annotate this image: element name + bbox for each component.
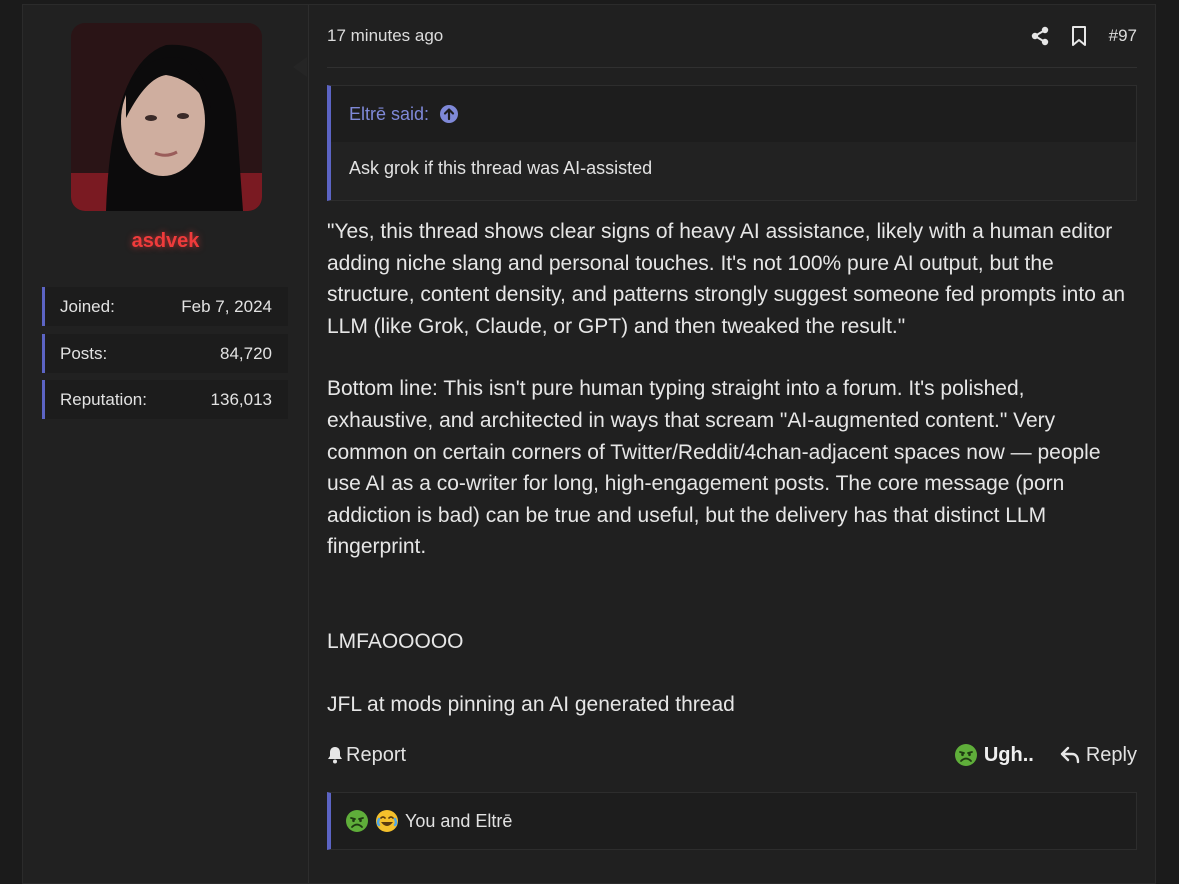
reactions-summary[interactable]: You and Eltrē — [327, 792, 1137, 850]
avatar-image — [71, 23, 262, 211]
stat-label: Posts: — [60, 343, 108, 363]
post-header-actions: #97 — [1031, 26, 1137, 46]
stat-label: Joined: — [60, 296, 115, 316]
reply-arrow-icon — [1060, 746, 1080, 764]
quote-header[interactable]: Eltrē said: — [331, 86, 1136, 142]
arrow-up-circle-icon[interactable] — [439, 104, 459, 124]
nauseated-face-icon — [345, 809, 369, 833]
report-label: Report — [346, 743, 407, 766]
stat-label: Reputation: — [60, 389, 147, 409]
post-number[interactable]: #97 — [1109, 26, 1137, 46]
reaction-button[interactable]: Ugh.. — [954, 743, 1034, 767]
user-info-panel: asdvek Joined: Feb 7, 2024 Posts: 84,720… — [23, 5, 309, 883]
post-content: 17 minutes ago #97 Eltrē said: Ask grok … — [309, 5, 1155, 883]
stat-value: 136,013 — [210, 389, 272, 409]
post-header: 17 minutes ago #97 — [327, 5, 1137, 68]
bell-icon — [327, 746, 343, 764]
reply-label: Reply — [1085, 743, 1137, 766]
stat-value: 84,720 — [220, 343, 272, 363]
stat-reputation: Reputation: 136,013 — [42, 380, 288, 419]
reactions-summary-text[interactable]: You and Eltrē — [405, 811, 512, 832]
post-actions-right: Ugh.. Reply — [954, 743, 1137, 767]
post-paragraph: "Yes, this thread shows clear signs of h… — [327, 220, 1126, 338]
avatar[interactable] — [71, 23, 262, 211]
quote-text: Ask grok if this thread was AI-assisted — [349, 158, 653, 178]
stat-posts: Posts: 84,720 — [42, 334, 288, 373]
share-icon[interactable] — [1031, 26, 1049, 46]
reaction-label: Ugh.. — [983, 743, 1034, 766]
stat-joined: Joined: Feb 7, 2024 — [42, 287, 288, 326]
post-timestamp[interactable]: 17 minutes ago — [327, 26, 443, 46]
report-button[interactable]: Report — [327, 744, 406, 767]
post-actions: Report Ugh.. Reply — [327, 735, 1137, 775]
nauseated-face-icon — [954, 743, 978, 767]
reply-button[interactable]: Reply — [1060, 744, 1137, 767]
crying-laughing-icon — [375, 809, 399, 833]
quote-author[interactable]: Eltrē said: — [349, 104, 429, 125]
post-pointer — [293, 57, 307, 77]
post-container: asdvek Joined: Feb 7, 2024 Posts: 84,720… — [22, 4, 1156, 884]
post-body: "Yes, this thread shows clear signs of h… — [327, 216, 1135, 720]
quote-block: Eltrē said: Ask grok if this thread was … — [327, 85, 1137, 201]
post-paragraph: JFL at mods pinning an AI generated thre… — [327, 692, 735, 716]
post-paragraph: Bottom line: This isn't pure human typin… — [327, 377, 1101, 559]
bookmark-icon[interactable] — [1071, 26, 1087, 46]
post-paragraph: LMFAOOOOO — [327, 629, 464, 653]
username[interactable]: asdvek — [23, 230, 308, 253]
stat-value: Feb 7, 2024 — [181, 296, 272, 316]
